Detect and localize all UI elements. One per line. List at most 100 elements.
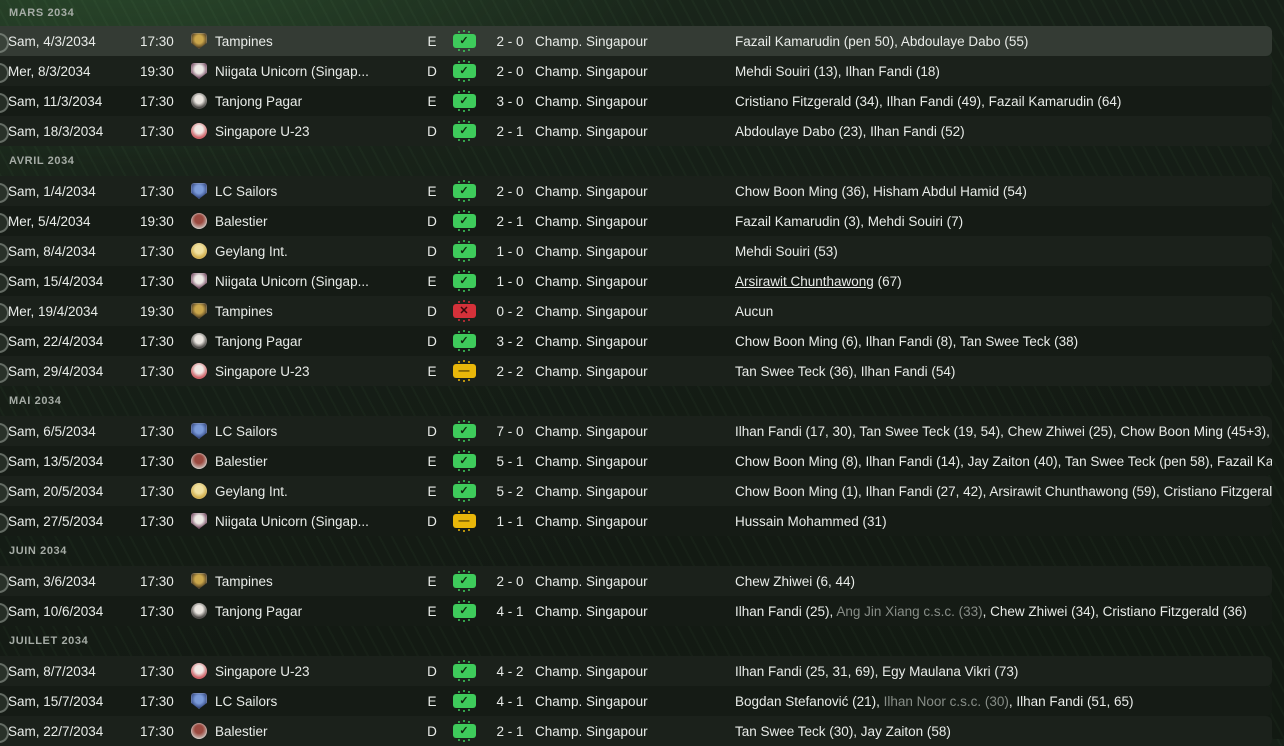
- venue-indicator: D: [421, 124, 443, 139]
- result-glyph: ✓: [459, 336, 468, 347]
- match-row[interactable]: Sam, 8/7/2034 17:30 Singapore U-23 D ✓ 4…: [0, 656, 1272, 686]
- match-time: 17:30: [140, 484, 191, 499]
- match-row[interactable]: Sam, 13/5/2034 17:30 Balestier E ✓ 5 - 1…: [0, 446, 1272, 476]
- result-glyph: ✓: [459, 486, 468, 497]
- scorer-link[interactable]: Arsirawit Chunthawong: [735, 274, 874, 289]
- result-glyph: ✓: [459, 246, 468, 257]
- match-row[interactable]: Sam, 11/3/2034 17:30 Tanjong Pagar E ✓ 3…: [0, 86, 1272, 116]
- month-rows: Sam, 4/3/2034 17:30 Tampines E ✓ 2 - 0 C…: [0, 26, 1284, 146]
- club-cell: Niigata Unicorn (Singap...: [191, 513, 421, 529]
- draw-dash-icon: —: [453, 364, 476, 378]
- venue-indicator: E: [421, 274, 443, 289]
- match-row[interactable]: Mer, 19/4/2034 19:30 Tampines D ✕ 0 - 2 …: [0, 296, 1272, 326]
- competition: Champ. Singapour: [535, 64, 735, 79]
- match-date: Sam, 18/3/2034: [8, 124, 140, 139]
- win-check-icon: ✓: [453, 334, 476, 348]
- match-row[interactable]: Sam, 8/4/2034 17:30 Geylang Int. D ✓ 1 -…: [0, 236, 1272, 266]
- match-row[interactable]: Mer, 8/3/2034 19:30 Niigata Unicorn (Sin…: [0, 56, 1272, 86]
- scorers: Hussain Mohammed (31): [735, 514, 1272, 529]
- tampines-club-badge-icon: [191, 33, 207, 49]
- venue-indicator: E: [421, 184, 443, 199]
- scorer-text: Bogdan Stefanović (21),: [735, 694, 884, 709]
- match-row[interactable]: Sam, 10/6/2034 17:30 Tanjong Pagar E ✓ 4…: [0, 596, 1272, 626]
- scorer-text: Abdoulaye Dabo (23), Ilhan Fandi (52): [735, 124, 965, 139]
- win-check-icon: ✓: [453, 694, 476, 708]
- month-section: AVRIL 2034 Sam, 1/4/2034 17:30 LC Sailor…: [0, 146, 1284, 386]
- match-row[interactable]: Sam, 6/5/2034 17:30 LC Sailors D ✓ 7 - 0…: [0, 416, 1272, 446]
- match-date: Sam, 11/3/2034: [8, 94, 140, 109]
- competition: Champ. Singapour: [535, 94, 735, 109]
- match-row[interactable]: Sam, 1/4/2034 17:30 LC Sailors E ✓ 2 - 0…: [0, 176, 1272, 206]
- match-date: Sam, 10/6/2034: [8, 604, 140, 619]
- balestier-club-badge-icon: [191, 453, 207, 469]
- fixtures-list: MARS 2034 Sam, 4/3/2034 17:30 Tampines E…: [0, 0, 1284, 746]
- result-glyph: ✓: [459, 36, 468, 47]
- competition: Champ. Singapour: [535, 574, 735, 589]
- venue-indicator: E: [421, 604, 443, 619]
- win-check-icon: ✓: [453, 574, 476, 588]
- scorer-text: Ilhan Fandi (25, 31, 69), Egy Maulana Vi…: [735, 664, 1018, 679]
- competition: Champ. Singapour: [535, 124, 735, 139]
- score: 2 - 0: [485, 184, 535, 199]
- month-header: JUILLET 2034: [0, 626, 1284, 656]
- result-icon-cell: ✓: [443, 724, 485, 738]
- score: 4 - 1: [485, 604, 535, 619]
- score: 2 - 0: [485, 574, 535, 589]
- match-time: 17:30: [140, 334, 191, 349]
- match-date: Sam, 22/4/2034: [8, 334, 140, 349]
- result-icon-cell: ✓: [443, 94, 485, 108]
- win-check-icon: ✓: [453, 124, 476, 138]
- win-check-icon: ✓: [453, 454, 476, 468]
- scorer-text: , Chew Zhiwei (34), Cristiano Fitzgerald…: [983, 604, 1247, 619]
- match-row[interactable]: Sam, 18/3/2034 17:30 Singapore U-23 D ✓ …: [0, 116, 1272, 146]
- month-rows: Sam, 1/4/2034 17:30 LC Sailors E ✓ 2 - 0…: [0, 176, 1284, 386]
- scorers: Chow Boon Ming (8), Ilhan Fandi (14), Ja…: [735, 454, 1272, 469]
- competition: Champ. Singapour: [535, 424, 735, 439]
- tanjong-club-badge-icon: [191, 93, 207, 109]
- venue-indicator: D: [421, 424, 443, 439]
- competition: Champ. Singapour: [535, 244, 735, 259]
- match-row[interactable]: Mer, 5/4/2034 19:30 Balestier D ✓ 2 - 1 …: [0, 206, 1272, 236]
- match-row[interactable]: Sam, 3/6/2034 17:30 Tampines E ✓ 2 - 0 C…: [0, 566, 1272, 596]
- month-label: MAI 2034: [9, 395, 62, 407]
- club-name: Niigata Unicorn (Singap...: [215, 514, 369, 529]
- match-time: 17:30: [140, 124, 191, 139]
- score: 4 - 2: [485, 664, 535, 679]
- venue-indicator: D: [421, 244, 443, 259]
- match-row[interactable]: Sam, 29/4/2034 17:30 Singapore U-23 E — …: [0, 356, 1272, 386]
- result-icon-cell: ✓: [443, 604, 485, 618]
- match-row[interactable]: Sam, 27/5/2034 17:30 Niigata Unicorn (Si…: [0, 506, 1272, 536]
- singu23-club-badge-icon: [191, 123, 207, 139]
- match-row[interactable]: Sam, 15/7/2034 17:30 LC Sailors E ✓ 4 - …: [0, 686, 1272, 716]
- club-name: Geylang Int.: [215, 244, 288, 259]
- match-date: Sam, 29/4/2034: [8, 364, 140, 379]
- scorers: Tan Swee Teck (36), Ilhan Fandi (54): [735, 364, 1272, 379]
- match-time: 19:30: [140, 304, 191, 319]
- win-check-icon: ✓: [453, 34, 476, 48]
- club-name: Tampines: [215, 34, 273, 49]
- month-label: JUILLET 2034: [9, 635, 88, 647]
- result-icon-cell: ✓: [443, 454, 485, 468]
- match-time: 17:30: [140, 664, 191, 679]
- match-row[interactable]: Sam, 20/5/2034 17:30 Geylang Int. E ✓ 5 …: [0, 476, 1272, 506]
- match-row[interactable]: Sam, 22/4/2034 17:30 Tanjong Pagar D ✓ 3…: [0, 326, 1272, 356]
- match-row[interactable]: Sam, 22/7/2034 17:30 Balestier D ✓ 2 - 1…: [0, 716, 1272, 746]
- match-time: 19:30: [140, 214, 191, 229]
- club-cell: Tampines: [191, 573, 421, 589]
- scorers: Aucun: [735, 304, 1272, 319]
- singu23-club-badge-icon: [191, 663, 207, 679]
- match-date: Sam, 8/4/2034: [8, 244, 140, 259]
- month-section: JUIN 2034 Sam, 3/6/2034 17:30 Tampines E…: [0, 536, 1284, 626]
- month-header: AVRIL 2034: [0, 146, 1284, 176]
- venue-indicator: E: [421, 694, 443, 709]
- club-name: Singapore U-23: [215, 364, 310, 379]
- loss-cross-icon: ✕: [453, 304, 476, 318]
- result-glyph: ✓: [459, 276, 468, 287]
- win-check-icon: ✓: [453, 64, 476, 78]
- match-row[interactable]: Sam, 15/4/2034 17:30 Niigata Unicorn (Si…: [0, 266, 1272, 296]
- club-cell: Balestier: [191, 453, 421, 469]
- match-row[interactable]: Sam, 4/3/2034 17:30 Tampines E ✓ 2 - 0 C…: [0, 26, 1272, 56]
- month-label: AVRIL 2034: [9, 155, 75, 167]
- club-name: Tanjong Pagar: [215, 94, 302, 109]
- club-cell: Geylang Int.: [191, 243, 421, 259]
